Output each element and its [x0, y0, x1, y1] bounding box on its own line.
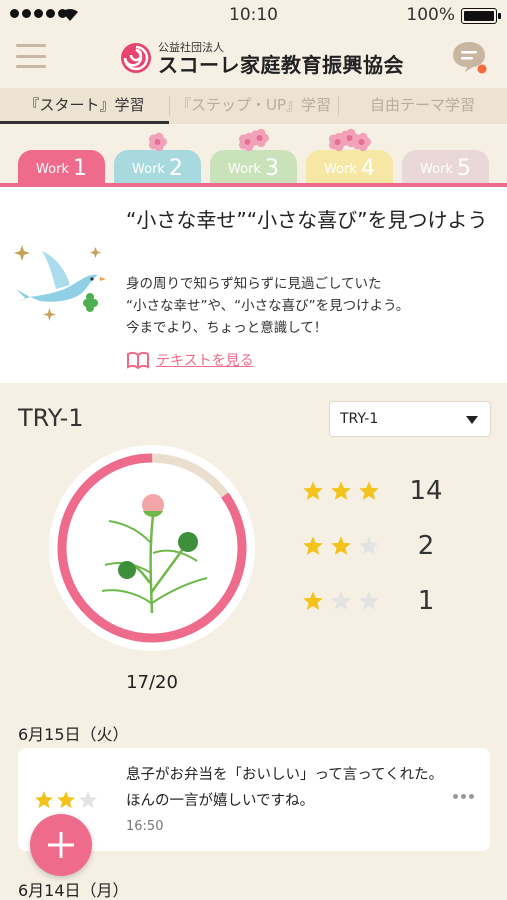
- flower-badge-icon: [148, 132, 167, 152]
- rating-row: 14: [302, 471, 456, 511]
- work-tabs: Work 1 Work 2 Work 3 Work 4 Work 5: [0, 128, 507, 188]
- star-filled-icon: [303, 536, 323, 555]
- star-empty-icon: [331, 591, 351, 610]
- work-description-line: 身の周りで知らず知らずに見過ごしていた: [126, 276, 382, 292]
- star-filled-icon: [303, 591, 323, 610]
- entry-star-rating: [34, 790, 98, 810]
- work-tab-label: Work: [420, 162, 453, 177]
- book-icon: [127, 351, 149, 369]
- view-text-label: テキストを見る: [156, 353, 254, 369]
- logo: 公益社団法人 スコーレ家庭教育振興協会: [120, 38, 404, 78]
- star-filled-icon: [57, 791, 75, 809]
- rating-row: 2: [302, 526, 456, 566]
- work-card: “小さな幸せ”“小さな喜び”を見つけよう 身の周りで知らず知らずに見過ごしていた…: [0, 187, 507, 383]
- tab-start-learning[interactable]: 『スタート』学習: [0, 88, 169, 124]
- work-description-line: 今までより、ちょっと意識して！: [126, 320, 328, 336]
- rating-row: 1: [302, 581, 456, 621]
- view-text-link[interactable]: テキストを見る: [126, 350, 254, 370]
- flower-badge-icon: [238, 128, 269, 152]
- try-select[interactable]: TRY-1: [329, 401, 491, 437]
- work-tab-number: 4: [360, 156, 375, 181]
- chevron-down-icon: [466, 416, 478, 424]
- app-header: 公益社団法人 スコーレ家庭教育振興協会: [0, 30, 507, 85]
- chat-bubble-icon[interactable]: [451, 40, 487, 74]
- star-filled-icon: [331, 536, 351, 555]
- star-rating: [302, 590, 394, 612]
- star-filled-icon: [303, 481, 323, 500]
- notification-dot: [477, 64, 487, 74]
- rating-count: 14: [409, 476, 443, 506]
- more-options-icon[interactable]: [453, 794, 474, 799]
- work-description-line: “小さな幸せ”や、“小さな喜び”を見つけよう。: [126, 298, 410, 314]
- work-title: “小さな幸せ”“小さな喜び”を見つけよう: [126, 208, 488, 232]
- work-tab-label: Work: [324, 162, 357, 177]
- star-filled-icon: [331, 481, 351, 500]
- battery-percent: 100%: [406, 5, 455, 25]
- star-rating: [302, 480, 394, 502]
- entry-date: 6月14日（月）: [18, 881, 129, 900]
- star-empty-icon: [79, 791, 97, 809]
- org-sub-label: 公益社団法人: [158, 40, 224, 54]
- entry-text: 息子がお弁当を「おいしい」って言ってくれた。ほんの一言が嬉しいですね。: [126, 767, 444, 809]
- logo-mark-icon: [121, 43, 151, 73]
- progress-count: 17/20: [126, 672, 178, 693]
- org-name: スコーレ家庭教育振興協会: [158, 52, 404, 77]
- progress-ring: [49, 445, 255, 651]
- star-filled-icon: [359, 481, 379, 500]
- work-tab-number: 5: [456, 156, 471, 181]
- work-tab-label: Work: [132, 162, 165, 177]
- work-tab-label: Work: [228, 162, 261, 177]
- star-empty-icon: [359, 591, 379, 610]
- flower-badge-icon: [328, 128, 371, 152]
- entry-time: 16:50: [126, 819, 164, 834]
- work-tab-number: 1: [72, 156, 87, 181]
- try-select-value: TRY-1: [340, 411, 379, 427]
- rating-count: 2: [417, 531, 435, 561]
- work-tab-number: 2: [168, 156, 183, 181]
- try-title: TRY-1: [18, 404, 84, 432]
- mode-tabs: 『スタート』学習 『ステップ・UP』学習 自由テーマ学習: [0, 88, 507, 124]
- bird-icon: [14, 245, 106, 321]
- work-tab-number: 3: [264, 156, 279, 181]
- status-bar: 10:10 100%: [0, 0, 507, 30]
- rating-count: 1: [417, 586, 435, 616]
- star-rating: [302, 535, 394, 557]
- hamburger-icon[interactable]: [16, 44, 46, 68]
- star-filled-icon: [35, 791, 53, 809]
- tab-step-up-learning[interactable]: 『ステップ・UP』学習: [169, 88, 338, 124]
- battery-icon: [461, 8, 501, 24]
- work-tab-label: Work: [36, 162, 69, 177]
- work-description: 身の周りで知らず知らずに見過ごしていた “小さな幸せ”や、“小さな喜び”を見つけ…: [126, 273, 496, 339]
- entry-date: 6月15日（火）: [18, 725, 129, 744]
- tab-free-theme-learning[interactable]: 自由テーマ学習: [338, 88, 507, 124]
- add-entry-button[interactable]: [30, 814, 92, 876]
- star-empty-icon: [359, 536, 379, 555]
